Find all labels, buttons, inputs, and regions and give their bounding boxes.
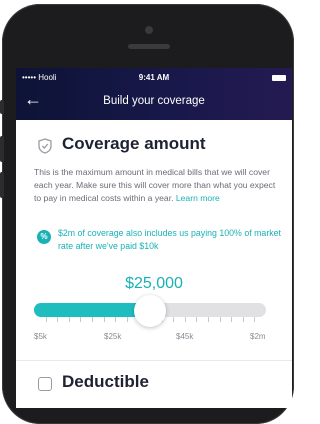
slider-tick [68, 317, 70, 322]
percent-icon: % [37, 230, 51, 244]
slider-label: $25k [104, 332, 122, 341]
slider-tick [254, 317, 256, 322]
app-screen: ••••• Hooli 9:41 AM ← Build your coverag… [16, 68, 292, 408]
learn-more-link[interactable]: Learn more [176, 193, 220, 203]
slider-tick [184, 317, 186, 322]
coverage-note: $2m of coverage also includes us paying … [58, 228, 281, 251]
slider-tick [219, 317, 221, 322]
slider-tick [45, 317, 47, 322]
page-title: Build your coverage [103, 95, 205, 107]
selected-amount: $25,000 [125, 275, 183, 292]
battery-icon [272, 75, 286, 81]
earpiece-speaker [128, 44, 170, 49]
nav-bar: ••••• Hooli 9:41 AM ← Build your coverag… [16, 68, 292, 120]
slider-tick [92, 317, 93, 322]
description-text: This is the maximum amount in medical bi… [34, 167, 276, 203]
deductible-heading: Deductible [62, 372, 149, 391]
slider-tick [196, 317, 198, 322]
front-camera [145, 26, 153, 34]
slider-label: $2m [250, 332, 266, 341]
mute-switch [0, 100, 4, 114]
coverage-section: Coverage amount This is the maximum amou… [16, 120, 292, 408]
status-time: 9:41 AM [138, 73, 170, 82]
slider-fill [34, 303, 150, 317]
slider-tick [173, 317, 175, 322]
slider-tick [80, 317, 82, 322]
slider-tick [208, 317, 209, 322]
volume-up-button [0, 136, 4, 162]
volume-down-button [0, 172, 4, 198]
slider-tick [57, 317, 59, 322]
slider-tick [231, 317, 233, 322]
slider-label: $5k [34, 332, 47, 341]
coverage-description: This is the maximum amount in medical bi… [34, 166, 284, 205]
slider-tick [115, 317, 117, 322]
shield-check-icon [38, 138, 52, 154]
status-bar: ••••• Hooli 9:41 AM [16, 73, 292, 85]
slider-label: $45k [176, 332, 194, 341]
deductible-icon [38, 377, 52, 391]
slider-tick [242, 317, 244, 322]
slider-tick [103, 317, 105, 322]
slider-handle[interactable] [134, 295, 166, 327]
section-heading: Coverage amount [62, 134, 206, 153]
section-divider [16, 360, 292, 361]
slider-tick [126, 317, 128, 322]
